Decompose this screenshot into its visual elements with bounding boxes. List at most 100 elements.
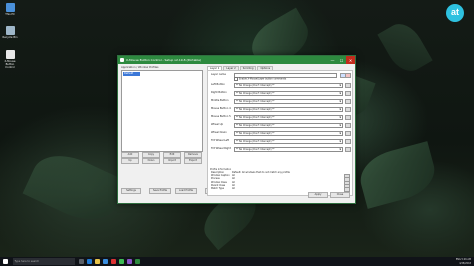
mapping-select[interactable]: ** No Change (Don't Intercept) ** ▼ xyxy=(234,131,343,137)
mapping-label: Wheel Up xyxy=(211,123,224,126)
minimize-button[interactable]: — xyxy=(328,56,337,64)
export-button[interactable]: Export xyxy=(184,158,202,164)
checkbox-icon xyxy=(234,77,238,81)
profile-info-row: Match Type All xyxy=(210,186,350,192)
list-item[interactable]: Default xyxy=(123,72,140,76)
desktop-icon-recycle-bin[interactable]: Recycle Bin xyxy=(1,26,19,39)
mapping-select[interactable]: ** No Change (Don't Intercept) ** ▼ xyxy=(234,147,343,153)
up-button[interactable]: Up xyxy=(121,158,139,164)
mapping-label: Middle Button xyxy=(211,99,229,102)
mapping-options-button[interactable] xyxy=(345,107,351,113)
desktop-icon-xmouse[interactable]: X-Mouse Button Control xyxy=(1,50,19,69)
mapping-row-wheel-down: Wheel Down ** No Change (Don't Intercept… xyxy=(211,131,351,137)
mapping-label: Right Button xyxy=(211,91,227,94)
enable-commands-row: Enable X-Mouse/Layer button commands xyxy=(211,77,351,81)
window-titlebar[interactable]: X-Mouse Button Control - Setup v2.19.8 (… xyxy=(118,56,355,64)
mapping-options-button[interactable] xyxy=(345,99,351,105)
apply-button[interactable]: Apply xyxy=(308,192,328,198)
mapping-select[interactable]: ** No Change (Don't Intercept) ** ▼ xyxy=(234,115,343,121)
profile-information: Profile Information Description Default: … xyxy=(210,168,350,192)
mapping-label: Tilt Wheel Left xyxy=(211,139,229,142)
mapping-options-button[interactable] xyxy=(345,131,351,137)
chevron-down-icon: ▼ xyxy=(339,108,341,111)
language-indicator[interactable]: ENG xyxy=(456,258,461,261)
mapping-label: Mouse Button 4 xyxy=(211,107,231,110)
site-logo-badge: at xyxy=(446,4,464,22)
mapping-row-mouse-button-5: Mouse Button 5 ** No Change (Don't Inter… xyxy=(211,115,351,121)
profiles-pane: Application / Window Profiles Default Ad… xyxy=(121,66,223,194)
chevron-down-icon: ▼ xyxy=(339,140,341,143)
mapping-options-button[interactable] xyxy=(345,123,351,129)
mapping-value: ** No Change (Don't Intercept) ** xyxy=(236,92,275,95)
mapping-label: Tilt Wheel Right xyxy=(211,147,231,150)
close-window-button[interactable]: ✕ xyxy=(346,56,355,64)
load-profile-button[interactable]: Load Profile xyxy=(175,188,197,194)
mapping-options-button[interactable] xyxy=(345,139,351,145)
xmouse-shortcut-icon xyxy=(5,50,15,59)
down-button[interactable]: Down xyxy=(142,158,160,164)
recycle-bin-icon xyxy=(5,26,15,35)
desktop-icon-this-pc[interactable]: This PC xyxy=(1,3,19,16)
mapping-select[interactable]: ** No Change (Don't Intercept) ** ▼ xyxy=(234,123,343,129)
app-icon[interactable] xyxy=(119,259,124,264)
chevron-down-icon: ▼ xyxy=(339,100,341,103)
file-explorer-icon[interactable] xyxy=(95,259,100,264)
mapping-row-middle-button: Middle Button ** No Change (Don't Interc… xyxy=(211,99,351,105)
app-icon[interactable] xyxy=(127,259,132,264)
mapping-options-button[interactable] xyxy=(345,91,351,97)
desktop-icon-label: Recycle Bin xyxy=(2,36,18,39)
store-icon[interactable] xyxy=(103,259,108,264)
mapping-value: ** No Change (Don't Intercept) ** xyxy=(236,108,275,111)
mapping-options-button[interactable] xyxy=(345,83,351,89)
profiles-label: Application / Window Profiles xyxy=(121,66,159,69)
chevron-down-icon: ▼ xyxy=(339,132,341,135)
maximize-button[interactable]: ☐ xyxy=(337,56,346,64)
enable-commands-checkbox[interactable]: Enable X-Mouse/Layer button commands xyxy=(234,77,286,82)
taskbar-search-input[interactable]: Type here to search xyxy=(12,258,75,265)
clock-time: 5:26 AM xyxy=(461,258,471,261)
save-profile-button[interactable]: Save Profile xyxy=(149,188,171,194)
profiles-list[interactable]: Default xyxy=(121,70,203,152)
mapping-row-tilt-left: Tilt Wheel Left ** No Change (Don't Inte… xyxy=(211,139,351,145)
mapping-select[interactable]: ** No Change (Don't Intercept) ** ▼ xyxy=(234,139,343,145)
chevron-down-icon: ▼ xyxy=(339,148,341,151)
wallpaper-leaf xyxy=(354,141,441,209)
close-button[interactable]: Close xyxy=(330,192,350,198)
settings-button[interactable]: Settings xyxy=(121,188,141,194)
chevron-down-icon: ▼ xyxy=(339,124,341,127)
mapping-label: Left Button xyxy=(211,83,225,86)
mapping-value: ** No Change (Don't Intercept) ** xyxy=(236,124,275,127)
mapping-value: ** No Change (Don't Intercept) ** xyxy=(236,148,275,151)
mapping-options-button[interactable] xyxy=(345,147,351,153)
profile-info-button[interactable] xyxy=(344,186,350,192)
mapping-select[interactable]: ** No Change (Don't Intercept) ** ▼ xyxy=(234,83,343,89)
xmouse-taskbar-icon[interactable] xyxy=(135,259,140,264)
chevron-down-icon: ▼ xyxy=(339,84,341,87)
profile-info-value: All xyxy=(232,186,235,190)
edge-icon[interactable] xyxy=(87,259,92,264)
clock-date: 4/28/2018 xyxy=(459,261,471,265)
mapping-label: Mouse Button 5 xyxy=(211,115,231,118)
import-button[interactable]: Import xyxy=(163,158,181,164)
chevron-down-icon: ▼ xyxy=(339,116,341,119)
mapping-select[interactable]: ** No Change (Don't Intercept) ** ▼ xyxy=(234,99,343,105)
chevron-down-icon: ▼ xyxy=(339,92,341,95)
mapping-row-mouse-button-4: Mouse Button 4 ** No Change (Don't Inter… xyxy=(211,107,351,113)
task-view-icon[interactable] xyxy=(79,259,84,264)
mapping-options-button[interactable] xyxy=(345,115,351,121)
this-pc-icon xyxy=(5,3,15,12)
mapping-row-tilt-right: Tilt Wheel Right ** No Change (Don't Int… xyxy=(211,147,351,153)
windows-start-icon[interactable] xyxy=(3,259,8,264)
mapping-select[interactable]: ** No Change (Don't Intercept) ** ▼ xyxy=(234,107,343,113)
app-icon[interactable] xyxy=(111,259,116,264)
desktop-icon-label: This PC xyxy=(5,13,15,16)
checkbox-label: Enable X-Mouse/Layer button commands xyxy=(239,77,287,81)
mapping-value: ** No Change (Don't Intercept) ** xyxy=(236,116,275,119)
wallpaper-leaf xyxy=(377,17,433,78)
xmouse-window: X-Mouse Button Control - Setup v2.19.8 (… xyxy=(117,55,356,204)
mapping-value: ** No Change (Don't Intercept) ** xyxy=(236,132,275,135)
mapping-label: Wheel Down xyxy=(211,131,227,134)
mapping-value: ** No Change (Don't Intercept) ** xyxy=(236,140,275,143)
profile-info-key: Match Type xyxy=(211,186,225,190)
mapping-select[interactable]: ** No Change (Don't Intercept) ** ▼ xyxy=(234,91,343,97)
